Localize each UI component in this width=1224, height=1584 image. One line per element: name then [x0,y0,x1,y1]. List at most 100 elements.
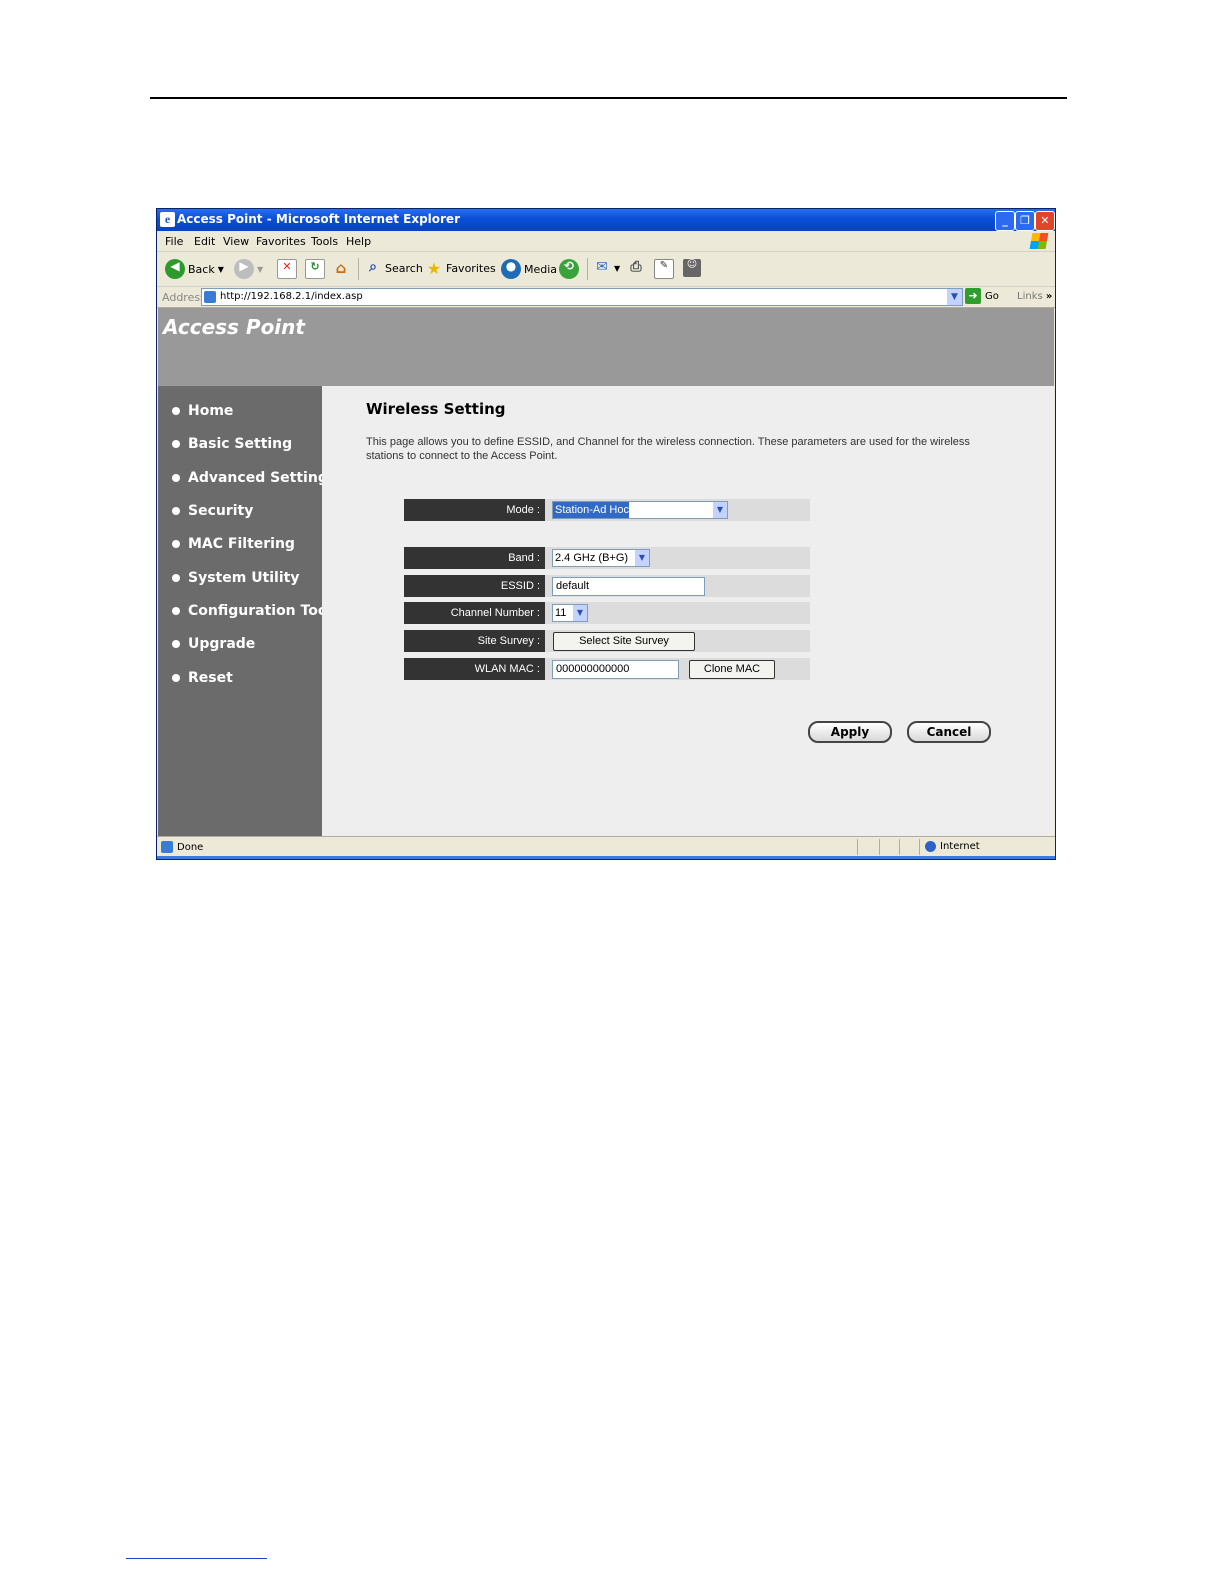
search-button[interactable]: ⌕ Search [364,259,423,277]
site-survey-label: Site Survey : [404,630,545,652]
address-input[interactable]: http://192.168.2.1/index.asp ▼ [201,288,963,306]
sidebar-item-label: Home [188,403,234,419]
menu-bar: File Edit View Favorites Tools Help [157,231,1055,252]
chevron-down-icon: ▼ [573,605,587,621]
history-icon: ⟲ [559,259,579,279]
bullet-icon [172,574,180,582]
channel-row: Channel Number : 11 ▼ [404,602,810,624]
bullet-icon [172,640,180,648]
window-title: Access Point - Microsoft Internet Explor… [177,212,460,226]
address-dropdown-icon[interactable]: ▼ [947,289,962,305]
mode-select[interactable]: Station-Ad Hoc ▼ [552,501,728,519]
apply-button[interactable]: Apply [808,721,892,743]
forward-button[interactable]: ▶ ▼ [234,259,263,279]
status-separator [919,839,920,855]
search-label: Search [385,261,423,275]
clone-mac-button[interactable]: Clone MAC [689,660,775,679]
sidebar-item-label: Advanced Setting [188,470,328,486]
band-select[interactable]: 2.4 GHz (B+G) ▼ [552,549,650,567]
minimize-button[interactable]: _ [995,211,1015,231]
channel-select[interactable]: 11 ▼ [552,604,588,622]
zone-text: Internet [940,841,980,852]
back-arrow-icon: ◀ [165,259,185,279]
footnote-rule [126,1558,267,1559]
select-site-survey-button[interactable]: Select Site Survey [553,632,695,651]
chevron-down-icon: ▼ [635,550,649,566]
refresh-icon: ↻ [305,259,325,279]
sidebar-item-home[interactable]: Home [172,403,233,419]
ie-logo-icon: e [160,212,175,227]
stop-button[interactable]: ✕ [277,259,297,279]
essid-input[interactable]: default [552,577,705,596]
maximize-button[interactable]: ❐ [1015,211,1035,231]
menu-help[interactable]: Help [346,235,371,248]
internet-globe-icon [925,841,936,852]
page-title: Wireless Setting [366,400,506,418]
essid-row: ESSID : default [404,575,810,597]
edit-icon: ✎ [654,259,674,279]
media-label: Media [524,262,558,276]
band-value: 2.4 GHz (B+G) [555,552,629,564]
sidebar-item-label: Security [188,503,254,519]
wlan-mac-input[interactable]: 000000000000 [552,660,679,679]
home-button[interactable]: ⌂ [332,259,350,277]
menu-file[interactable]: File [165,235,183,248]
print-icon: ⎙ [630,259,642,275]
stop-icon: ✕ [277,259,297,279]
sidebar-item-mac-filtering[interactable]: MAC Filtering [172,536,295,552]
brand-title: Access Point [163,315,305,339]
channel-label: Channel Number : [404,602,545,624]
essid-label: ESSID : [404,575,545,597]
mail-button[interactable]: ✉ ▼ [593,259,620,277]
back-label: Back [188,262,215,276]
status-separator [899,839,900,855]
wlan-mac-label: WLAN MAC : [404,658,545,680]
sidebar-item-upgrade[interactable]: Upgrade [172,636,255,652]
cancel-button[interactable]: Cancel [907,721,991,743]
links-label[interactable]: Links » [1017,291,1052,302]
sidebar-item-label: Basic Setting [188,436,293,452]
bullet-icon [172,674,180,682]
edit-button[interactable]: ✎ [654,259,674,279]
sidebar-item-reset[interactable]: Reset [172,670,233,686]
status-left: Done [161,841,203,853]
search-icon: ⌕ [369,259,377,275]
main-panel: Wireless Setting This page allows you to… [322,386,1054,836]
mode-label: Mode : [404,499,545,521]
sidebar-item-label: Configuration Tool [188,603,333,619]
status-text: Done [177,841,204,853]
close-button[interactable]: ✕ [1035,211,1055,231]
print-button[interactable]: ⎙ [627,259,645,277]
toolbar-separator [358,258,359,280]
site-survey-row: Site Survey : Select Site Survey [404,630,810,652]
sidebar-item-basic-setting[interactable]: Basic Setting [172,436,292,452]
history-button[interactable]: ⟲ [559,259,579,279]
sidebar-item-system-utility[interactable]: System Utility [172,570,299,586]
sidebar-item-security[interactable]: Security [172,503,253,519]
go-label: Go [985,290,999,302]
sidebar-item-advanced-setting[interactable]: Advanced Setting [172,470,328,486]
channel-value: 11 [555,607,567,619]
page-content: Access Point Home Basic Setting Advanced… [158,308,1054,836]
back-button[interactable]: ◀ Back ▼ [165,259,224,279]
back-dropdown-icon: ▼ [217,264,224,274]
sidebar-item-configuration-tool[interactable]: Configuration Tool [172,603,332,619]
menu-view[interactable]: View [223,235,249,248]
media-button[interactable]: ● Media [501,259,557,279]
messenger-button[interactable]: ☺ [683,259,701,277]
address-url: http://192.168.2.1/index.asp [220,291,363,302]
favorites-button[interactable]: ★ Favorites [425,259,496,278]
menu-edit[interactable]: Edit [194,235,215,248]
favorites-star-icon: ★ [426,259,442,278]
bullet-icon [172,607,180,615]
menu-tools[interactable]: Tools [311,235,338,248]
page-top-rule [150,97,1067,99]
title-bar[interactable]: e Access Point - Microsoft Internet Expl… [157,209,1055,231]
favorites-label: Favorites [446,261,496,275]
band-row: Band : 2.4 GHz (B+G) ▼ [404,547,810,569]
go-button[interactable]: ➜ Go [965,288,999,304]
refresh-button[interactable]: ↻ [305,259,325,279]
page-done-icon [161,841,173,853]
mode-value: Station-Ad Hoc [553,502,629,518]
menu-favorites[interactable]: Favorites [256,235,306,248]
